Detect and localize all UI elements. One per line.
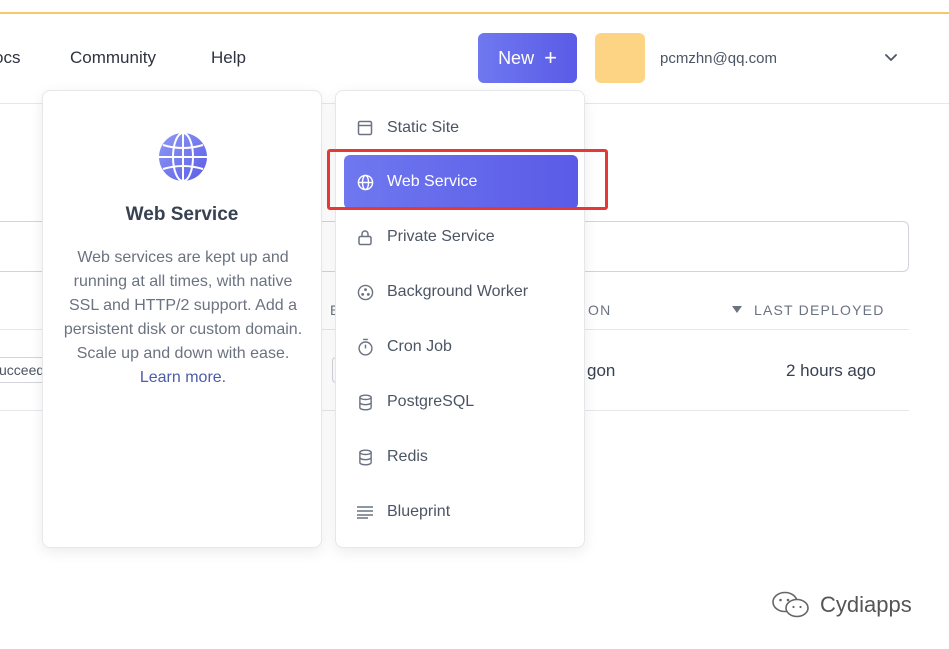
menu-item-background-worker[interactable]: Background Worker <box>344 265 578 319</box>
menu-item-label: Cron Job <box>387 338 452 355</box>
menu-item-private-service[interactable]: Private Service <box>344 210 578 264</box>
menu-item-blueprint[interactable]: Blueprint <box>344 485 578 539</box>
column-header-last-deployed[interactable]: LAST DEPLOYED <box>754 302 885 318</box>
menu-item-static-site[interactable]: Static Site <box>344 101 578 155</box>
wechat-icon <box>772 591 809 618</box>
row-last-deployed: 2 hours ago <box>786 361 876 380</box>
menu-item-label: PostgreSQL <box>387 393 475 410</box>
watermark-text: Cydiapps <box>820 592 912 617</box>
nav-community[interactable]: Community <box>70 48 156 68</box>
globe-icon <box>159 132 207 182</box>
new-button[interactable]: New + <box>478 33 577 83</box>
info-card-title: Web Service <box>125 204 239 225</box>
nav-docs[interactable]: ocs <box>0 48 20 68</box>
menu-item-label: Blueprint <box>387 503 451 520</box>
account-email[interactable]: pcmzhn@qq.com <box>660 50 777 67</box>
menu-item-redis[interactable]: Redis <box>344 430 578 484</box>
nav-help[interactable]: Help <box>211 48 246 68</box>
watermark: Cydiapps <box>770 590 912 620</box>
database-icon <box>356 448 374 466</box>
lock-icon <box>356 228 374 246</box>
plus-icon: + <box>544 45 557 70</box>
lines-icon <box>356 503 374 521</box>
row-cell-on: gon <box>587 361 616 380</box>
database-icon <box>356 393 374 411</box>
sort-desc-icon[interactable] <box>731 305 743 315</box>
info-card-description: Web services are kept up and running at … <box>61 246 305 390</box>
menu-item-label: Redis <box>387 448 428 465</box>
window-icon <box>356 119 374 137</box>
menu-item-label: Static Site <box>387 119 460 136</box>
info-card-text: Web services are kept up and running at … <box>63 249 303 362</box>
stopwatch-icon <box>356 338 374 356</box>
new-button-label: New <box>498 47 535 68</box>
service-info-card: Web Service Web services are kept up and… <box>42 90 322 548</box>
avatar[interactable] <box>595 33 645 83</box>
menu-item-label: Private Service <box>387 228 495 245</box>
menu-item-cron-job[interactable]: Cron Job <box>344 320 578 374</box>
menu-item-postgresql[interactable]: PostgreSQL <box>344 375 578 429</box>
worker-icon <box>356 283 374 301</box>
menu-item-label: Background Worker <box>387 283 529 300</box>
column-header-on: ON <box>588 302 612 318</box>
learn-more-link[interactable]: Learn more. <box>61 366 305 390</box>
status-badge: ucceed <box>0 357 48 383</box>
highlight-box <box>327 149 608 210</box>
chevron-down-icon[interactable] <box>883 50 899 66</box>
